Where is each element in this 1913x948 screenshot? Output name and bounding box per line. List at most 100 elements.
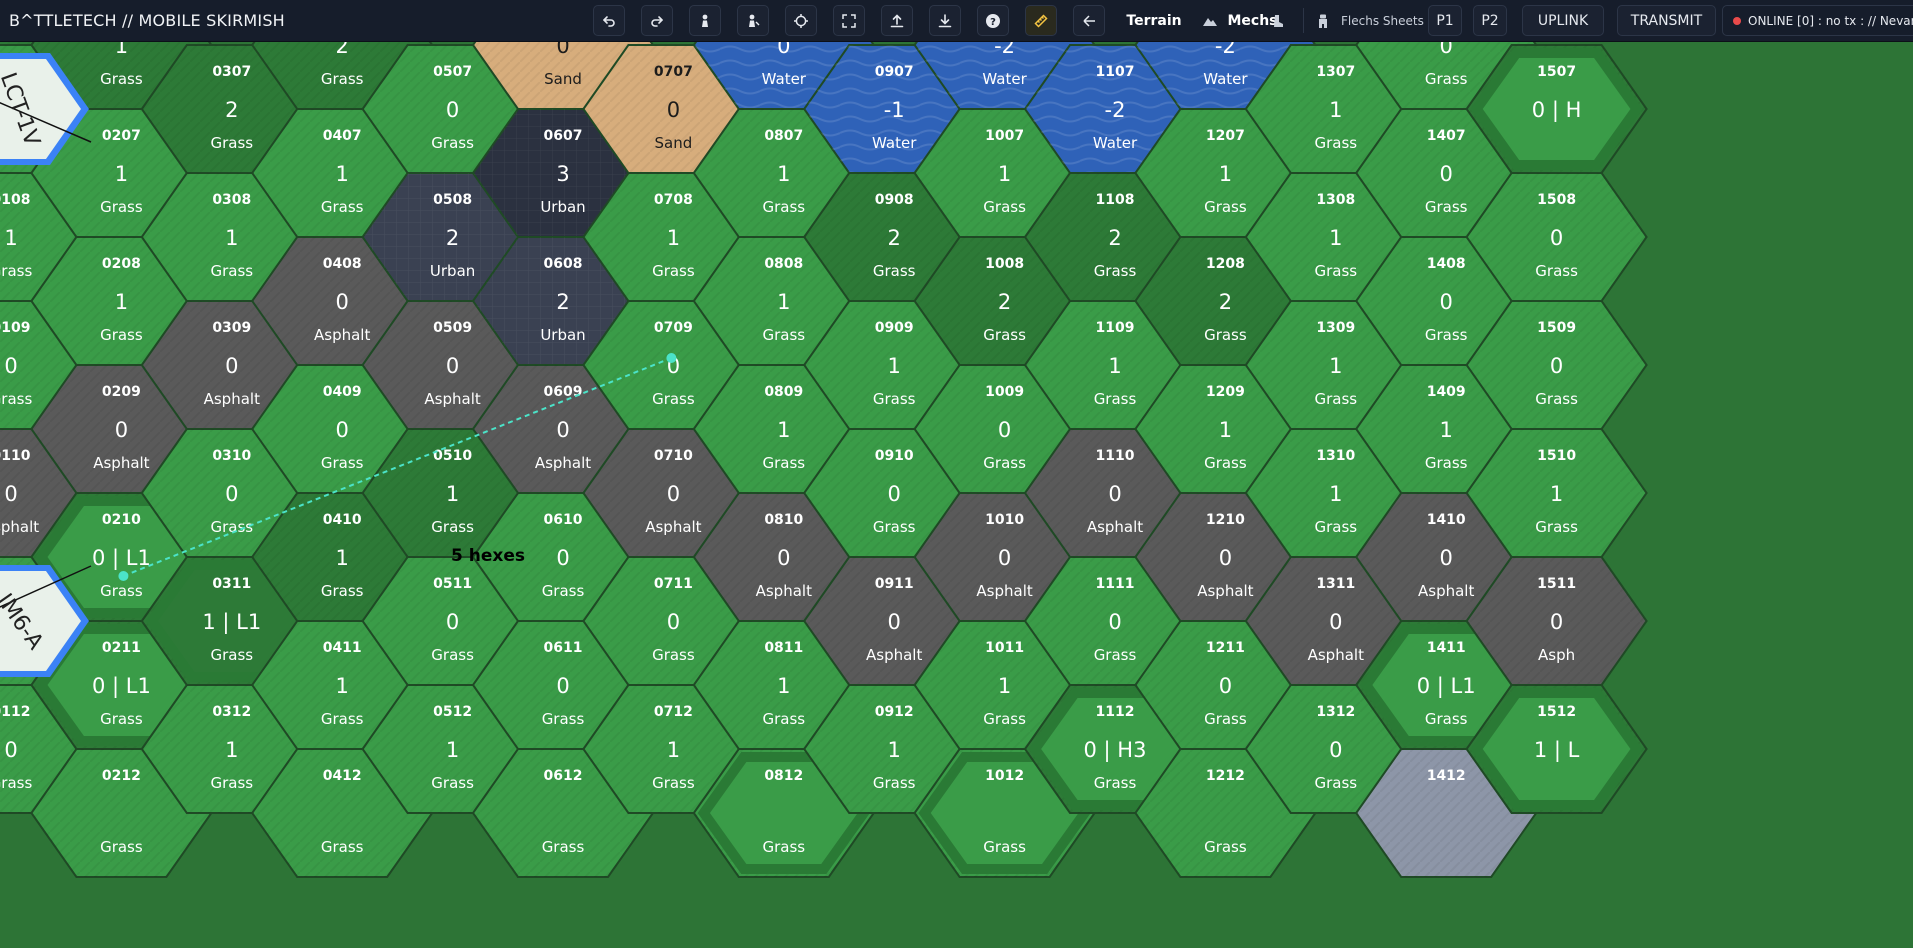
- hex-elevation: 1: [667, 226, 680, 250]
- hex-terrain-label: Grass: [1094, 646, 1137, 664]
- hex-terrain-label: Grass: [1425, 454, 1468, 472]
- hex-terrain-label: Grass: [100, 326, 143, 344]
- hex-terrain-label: Grass: [1204, 454, 1247, 472]
- player1-button[interactable]: P1: [1428, 5, 1462, 36]
- hex-terrain-label: Asphalt: [1087, 518, 1143, 536]
- hex-terrain-label: Grass: [762, 198, 805, 216]
- redo-button[interactable]: [641, 5, 673, 36]
- hex-id-label: 0910: [875, 448, 914, 464]
- hex-elevation: 0 | L1: [92, 546, 151, 571]
- hex-elevation: 0: [446, 610, 459, 634]
- terrain-label: Terrain: [1126, 12, 1182, 29]
- hex-id-label: 1307: [1316, 64, 1355, 80]
- hex-elevation: 1: [888, 354, 901, 378]
- hex-terrain-label: Grass: [1314, 262, 1357, 280]
- import-button[interactable]: [929, 5, 961, 36]
- hex-elevation: 0: [1219, 546, 1232, 570]
- hex-id-label: 1308: [1316, 192, 1355, 208]
- hex-id-label: 0812: [764, 768, 803, 784]
- hex-elevation: 1: [777, 674, 790, 698]
- hex-terrain-label: Grass: [542, 710, 585, 728]
- hex-terrain-label: Sand: [655, 134, 693, 152]
- hex-terrain-label: Asphalt: [204, 390, 260, 408]
- hex-id-label: 0412: [323, 768, 362, 784]
- line-of-sight-button[interactable]: [1073, 5, 1105, 36]
- hex-elevation: 0 | L1: [92, 674, 151, 699]
- infantry-mode-button[interactable]: [1268, 5, 1288, 36]
- hex-terrain-label: Grass: [1535, 518, 1578, 536]
- export-button[interactable]: [881, 5, 913, 36]
- hex-elevation: 1: [336, 546, 349, 570]
- hex-terrain-label: Grass: [1425, 710, 1468, 728]
- hex-id-label: 0311: [212, 576, 251, 592]
- hex-elevation: 1: [888, 738, 901, 762]
- hex-terrain-label: Grass: [0, 390, 32, 408]
- hex-terrain-label: Grass: [873, 518, 916, 536]
- hex-elevation: 1: [115, 290, 128, 314]
- hex-id-label: 1008: [985, 256, 1024, 272]
- top-toolbar: B^TTLETECH // MOBILE SKIRMISH ? Terrain …: [0, 0, 1913, 42]
- hex-elevation: 0: [1440, 42, 1453, 58]
- fullscreen-button[interactable]: [833, 5, 865, 36]
- hex-id-label: 0510: [433, 448, 472, 464]
- hex-elevation: 0: [1108, 610, 1121, 634]
- connection-status: ONLINE [0] : no tx : // Nevar: [1722, 5, 1913, 36]
- hex-id-label: 0807: [764, 128, 803, 144]
- hex-elevation: 2: [446, 226, 459, 250]
- hex-id-label: 0710: [654, 448, 693, 464]
- hex-elevation: 1: [336, 674, 349, 698]
- measure-end-dot: [666, 353, 677, 363]
- hex-elevation: 0: [888, 482, 901, 506]
- hex-elevation: 0 | H: [1532, 98, 1582, 123]
- hex-id-label: 0611: [544, 640, 583, 656]
- transmit-button[interactable]: TRANSMIT: [1617, 5, 1716, 36]
- pawn-icon: [697, 13, 713, 29]
- hex-id-label: 0209: [102, 384, 141, 400]
- place-player1-button[interactable]: [689, 5, 721, 36]
- hex-elevation: 0: [888, 610, 901, 634]
- undo-button[interactable]: [593, 5, 625, 36]
- hex-id-label: 1011: [985, 640, 1024, 656]
- hex-elevation: 1 | L: [1534, 738, 1580, 763]
- hex-id-label: 1010: [985, 512, 1024, 528]
- hex-terrain-label: Water: [1203, 70, 1248, 88]
- hex-terrain-label: Grass: [983, 198, 1026, 216]
- hex-elevation: 0: [998, 418, 1011, 442]
- hex-elevation: 0: [1550, 610, 1563, 634]
- hex-id-label: 0512: [433, 704, 472, 720]
- hex-terrain-label: Asphalt: [314, 326, 370, 344]
- hex-terrain-label: Grass: [431, 646, 474, 664]
- hex-id-label: 1108: [1096, 192, 1135, 208]
- help-button[interactable]: ?: [977, 5, 1009, 36]
- hex-terrain-label: Asphalt: [645, 518, 701, 536]
- hex-elevation: 0: [446, 354, 459, 378]
- hex-id-label: 0608: [544, 256, 583, 272]
- hex-id-label: 0808: [764, 256, 803, 272]
- hex-id-label: 1012: [985, 768, 1024, 784]
- hex-map-canvas[interactable]: 01060107Grass01081Grass01090Grass01100As…: [0, 42, 1913, 948]
- hex-elevation: 0: [336, 418, 349, 442]
- hex-id-label: 1510: [1537, 448, 1576, 464]
- terrain-mode-button[interactable]: Terrain: [1115, 5, 1193, 36]
- hex-id-label: 1209: [1206, 384, 1245, 400]
- player2-button[interactable]: P2: [1473, 5, 1507, 36]
- hex-elevation: 1: [1329, 354, 1342, 378]
- hex-map[interactable]: 01060107Grass01081Grass01090Grass01100As…: [0, 42, 1913, 948]
- hex-terrain-label: Grass: [983, 838, 1026, 856]
- hex-terrain-label: Grass: [983, 710, 1026, 728]
- uplink-button[interactable]: UPLINK: [1522, 5, 1604, 36]
- mech-sheets-button[interactable]: Flechs Sheets: [1315, 5, 1425, 36]
- pawn-alt-icon: [745, 13, 761, 29]
- hex-terrain-label: Grass: [762, 710, 805, 728]
- hex-elevation: 2: [556, 290, 569, 314]
- mountain-icon: [1202, 13, 1218, 29]
- download-icon: [937, 13, 953, 29]
- measure-tool-button[interactable]: [1025, 5, 1057, 36]
- hex-terrain-label: Grass: [321, 70, 364, 88]
- hex-terrain-label: Grass: [1094, 262, 1137, 280]
- place-player2-button[interactable]: [737, 5, 769, 36]
- center-view-button[interactable]: [785, 5, 817, 36]
- hex-terrain-label: Grass: [100, 582, 143, 600]
- hex-elevation: 0: [1329, 738, 1342, 762]
- hex-id-label: 0912: [875, 704, 914, 720]
